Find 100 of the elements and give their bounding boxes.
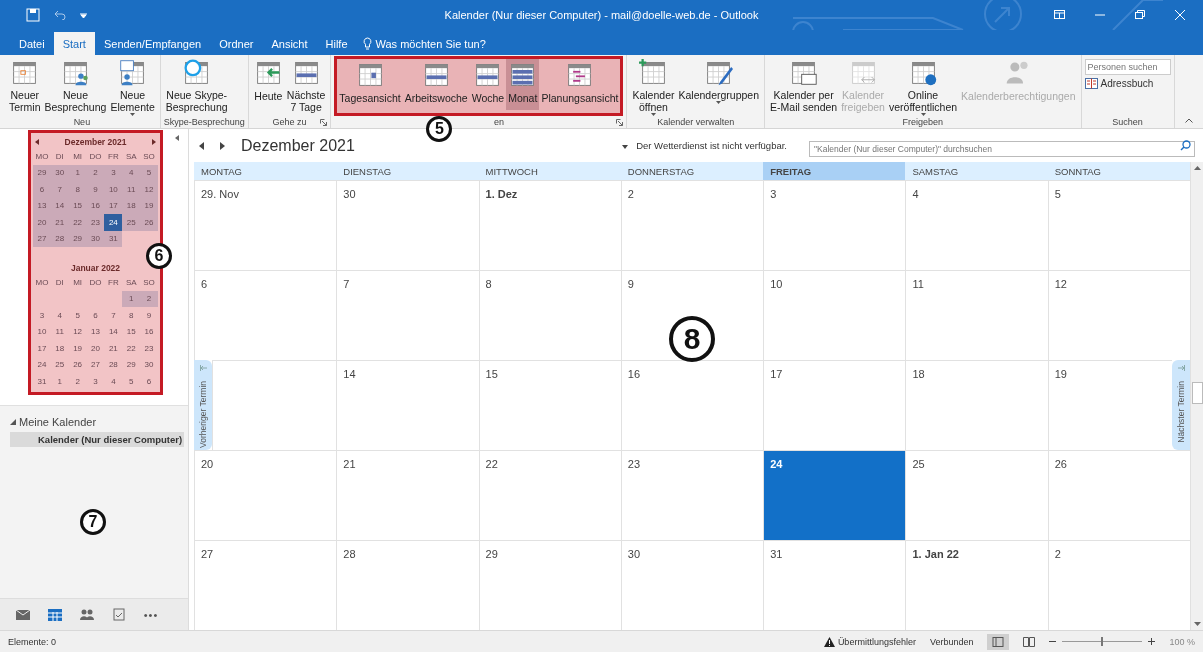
date-cell[interactable]: 22	[122, 340, 141, 357]
date-cell[interactable]: 2	[140, 290, 158, 307]
day-cell[interactable]: 2	[1047, 540, 1190, 630]
date-cell[interactable]: 6	[86, 307, 105, 324]
folder-group-header[interactable]: Meine Kalender	[10, 415, 188, 428]
day-cell[interactable]: 26	[1047, 450, 1190, 540]
day-cell[interactable]: 8	[478, 270, 621, 360]
date-cell[interactable]: 6	[33, 181, 51, 198]
date-cell[interactable]: 5	[122, 373, 141, 390]
ribbon-tab[interactable]: Ordner	[210, 32, 263, 55]
date-cell[interactable]: 10	[33, 323, 51, 340]
previous-icon[interactable]	[35, 138, 39, 145]
day-cell[interactable]: 4	[905, 180, 1048, 270]
date-cell[interactable]: 13	[86, 323, 105, 340]
date-cell[interactable]: 6	[140, 373, 158, 390]
day-cell[interactable]: 29. Nov	[194, 180, 337, 270]
day-cell[interactable]: 30	[620, 540, 764, 630]
address-book-button[interactable]: Adressbuch	[1084, 78, 1171, 89]
next-appointment-tab[interactable]: Nächster Termin	[1172, 360, 1190, 450]
scrollbar[interactable]	[1190, 162, 1203, 630]
date-cell[interactable]: 14	[104, 323, 123, 340]
day-cell[interactable]: 1. Jan 22	[905, 540, 1048, 630]
date-cell[interactable]: 3	[33, 307, 51, 324]
reading-view-icon[interactable]	[1023, 636, 1036, 647]
date-cell[interactable]: 25	[50, 356, 69, 373]
scroll-thumb[interactable]	[1192, 382, 1203, 404]
day-cell[interactable]: 18	[905, 360, 1048, 450]
slider-thumb[interactable]	[1101, 637, 1104, 646]
date-cell[interactable]: 4	[104, 373, 123, 390]
date-cell[interactable]: 15	[122, 323, 141, 340]
normal-view-icon[interactable]	[987, 633, 1010, 650]
date-cell[interactable]: 11	[122, 181, 141, 198]
day-cell[interactable]: 15	[478, 360, 621, 450]
day-cell[interactable]: 10	[763, 270, 906, 360]
day-cell[interactable]: 25	[905, 450, 1048, 540]
date-cell[interactable]: 31	[33, 373, 51, 390]
ribbon-tab[interactable]: Senden/Empfangen	[94, 32, 211, 55]
day-cell[interactable]: 5	[1047, 180, 1190, 270]
day-cell[interactable]: 29	[478, 540, 621, 630]
date-cell[interactable]: 2	[68, 373, 87, 390]
day-cell[interactable]: 24	[763, 450, 906, 540]
date-cell[interactable]: 18	[50, 340, 69, 357]
ribbon-button[interactable]: Monat	[506, 59, 540, 110]
caret-icon[interactable]	[80, 12, 87, 18]
ribbon-tab[interactable]: Hilfe	[316, 32, 357, 55]
ribbon-button[interactable]: Neue Elemente	[108, 57, 157, 116]
day-cell[interactable]: 22	[478, 450, 621, 540]
collapse-ribbon-icon[interactable]	[1185, 118, 1193, 123]
search-icon[interactable]	[1180, 139, 1191, 151]
day-cell[interactable]: 3	[763, 180, 906, 270]
date-cell[interactable]: 1	[50, 373, 69, 390]
day-cell[interactable]: 27	[194, 540, 337, 630]
day-cell[interactable]: 6	[194, 270, 337, 360]
date-cell[interactable]: 24	[33, 356, 51, 373]
date-cell[interactable]: 1	[122, 290, 141, 307]
dialog-launcher-icon[interactable]	[320, 119, 328, 126]
date-cell[interactable]: 27	[86, 356, 105, 373]
date-cell[interactable]: 16	[140, 323, 158, 340]
zoom-out-icon[interactable]	[1049, 638, 1057, 645]
date-cell[interactable]: 8	[122, 307, 141, 324]
date-cell[interactable]: 4	[50, 307, 69, 324]
ribbon-button[interactable]: Neue Besprechung	[42, 57, 109, 113]
date-cell[interactable]: 29	[122, 356, 141, 373]
next-icon[interactable]	[152, 138, 156, 145]
date-cell[interactable]: 30	[140, 356, 158, 373]
day-cell[interactable]: 19	[1047, 360, 1172, 450]
ribbon-button[interactable]: Neue Skype- Besprechung	[163, 57, 230, 113]
day-cell[interactable]: 17	[763, 360, 906, 450]
nav-button[interactable]: •••	[138, 603, 164, 626]
date-cell[interactable]: 3	[86, 373, 105, 390]
previous-icon[interactable]	[199, 141, 204, 150]
date-cell[interactable]: 9	[140, 307, 158, 324]
date-cell[interactable]: 19	[68, 340, 87, 357]
ribbon-button[interactable]: Kalendergruppen	[676, 57, 762, 104]
date-cell[interactable]: 29	[33, 164, 51, 181]
day-cell[interactable]: 28	[336, 540, 479, 630]
collapse-icon[interactable]	[175, 135, 179, 141]
folder-item[interactable]: Kalender (Nur dieser Computer)	[10, 431, 184, 447]
close-icon[interactable]	[1175, 10, 1185, 20]
day-cell[interactable]: 11	[905, 270, 1048, 360]
ribbon-tab[interactable]: Datei	[10, 32, 54, 55]
search-field[interactable]: "Kalender (Nur dieser Computer)" durchsuchen	[809, 140, 1195, 157]
ribbon-display-icon[interactable]	[1054, 10, 1065, 19]
date-cell[interactable]: 12	[140, 181, 158, 198]
tell-me-field[interactable]: Was möchten Sie tun?	[356, 32, 486, 55]
ribbon-button[interactable]: Heute	[251, 57, 285, 102]
ribbon-button[interactable]: Online veröffentlichen	[886, 57, 960, 116]
day-cell[interactable]: 23	[620, 450, 764, 540]
ribbon-button[interactable]: Tagesansicht	[337, 59, 403, 110]
date-cell[interactable]: 5	[68, 307, 87, 324]
date-cell[interactable]: 20	[33, 214, 51, 231]
scroll-up-icon[interactable]	[1193, 166, 1201, 170]
date-cell[interactable]: 7	[104, 307, 123, 324]
day-cell[interactable]: 21	[336, 450, 479, 540]
ribbon-button[interactable]: Woche	[469, 59, 507, 110]
ribbon-button[interactable]: Kalender per E-Mail senden	[768, 57, 840, 113]
date-cell[interactable]: 28	[104, 356, 123, 373]
date-cell[interactable]: 26	[140, 214, 158, 231]
day-cell[interactable]: 7	[336, 270, 479, 360]
date-cell[interactable]: 23	[140, 340, 158, 357]
